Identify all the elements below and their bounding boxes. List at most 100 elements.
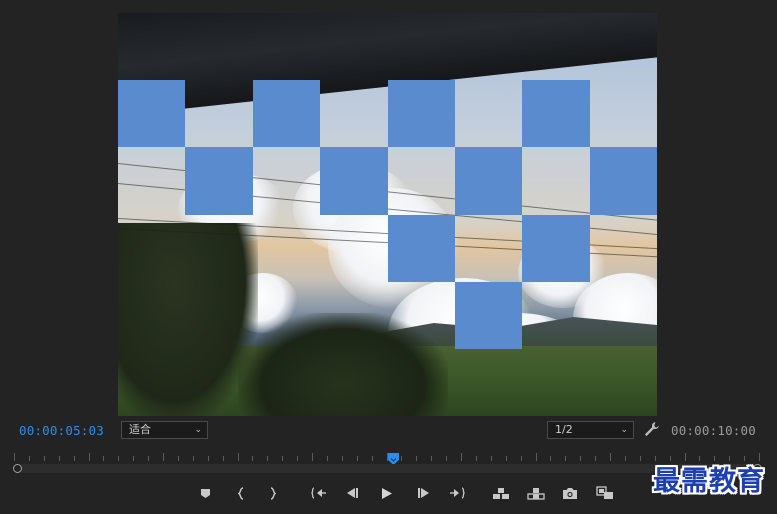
- ruler-tick: [222, 456, 224, 461]
- checker-cell: [252, 80, 321, 148]
- checker-cell: [118, 80, 186, 148]
- checker-cell: [387, 80, 455, 148]
- time-ruler[interactable]: [14, 448, 760, 465]
- marker-icon: [200, 488, 210, 498]
- duration-timecode: 00:00:10:00: [671, 423, 756, 438]
- go-to-out-icon: [450, 487, 465, 499]
- program-monitor-preview[interactable]: [118, 13, 657, 416]
- ruler-tick: [371, 456, 373, 461]
- comparison-icon: [596, 486, 613, 499]
- ruler-tick: [505, 456, 507, 461]
- ruler-tick: [610, 453, 611, 461]
- checker-cell: [522, 214, 590, 282]
- go-to-in-icon: [311, 487, 326, 499]
- ruler-tick: [14, 453, 15, 461]
- play-button[interactable]: [377, 484, 397, 502]
- checker-cell: [387, 214, 455, 282]
- ruler-tick: [103, 456, 105, 461]
- ruler-tick: [461, 453, 462, 461]
- ruler-tick: [43, 456, 45, 461]
- current-timecode[interactable]: 00:00:05:03: [19, 423, 104, 438]
- ruler-tick: [148, 456, 150, 461]
- playback-resolution-value: 1/2: [555, 423, 573, 436]
- scrollbar-left-handle[interactable]: [13, 464, 22, 473]
- ruler-tick: [744, 456, 746, 461]
- chevron-down-icon: ⌄: [620, 425, 628, 435]
- ruler-tick: [133, 456, 135, 461]
- mark-out-icon: [270, 486, 277, 500]
- step-forward-button[interactable]: [413, 484, 433, 502]
- go-to-in-button[interactable]: [309, 484, 329, 502]
- ruler-tick: [759, 453, 760, 461]
- playback-resolution-select[interactable]: 1/2 ⌄: [547, 421, 634, 439]
- checkerboard-transition: [118, 13, 657, 416]
- ruler-tick: [282, 456, 284, 461]
- ruler-tick: [177, 456, 179, 461]
- step-back-icon: [346, 488, 358, 498]
- overwrite-button[interactable]: [526, 484, 546, 502]
- ruler-tick: [326, 456, 328, 461]
- ruler-tick: [252, 456, 254, 461]
- go-to-out-button[interactable]: [447, 484, 467, 502]
- ruler-tick: [58, 456, 60, 461]
- ruler-tick: [267, 456, 269, 461]
- insert-button[interactable]: [491, 484, 511, 502]
- ruler-tick: [431, 456, 433, 461]
- zoom-level-select[interactable]: 适合 ⌄: [121, 421, 208, 439]
- ruler-tick: [520, 456, 522, 461]
- ruler-tick: [312, 453, 313, 461]
- ruler-tick: [356, 456, 358, 461]
- ruler-tick: [446, 456, 448, 461]
- ruler-tick: [73, 456, 75, 461]
- ruler-tick: [490, 456, 492, 461]
- step-back-button[interactable]: [342, 484, 362, 502]
- checker-cell: [589, 147, 657, 215]
- ruler-tick: [669, 456, 671, 461]
- chevron-down-icon: ⌄: [194, 425, 202, 435]
- ruler-tick: [654, 456, 656, 461]
- ruler-tick: [341, 456, 343, 461]
- ruler-tick: [118, 456, 120, 461]
- mark-in-button[interactable]: [231, 484, 251, 502]
- ruler-tick: [684, 453, 686, 461]
- ruler-tick: [550, 456, 552, 461]
- ruler-tick: [580, 456, 582, 461]
- mark-in-icon: [237, 486, 244, 500]
- zoom-scrollbar[interactable]: [14, 464, 762, 473]
- ruler-tick: [475, 456, 477, 461]
- watermark-logo: 最需教育: [653, 466, 765, 497]
- ruler-tick: [192, 456, 194, 461]
- overwrite-icon: [527, 487, 545, 500]
- ruler-tick: [163, 453, 164, 461]
- checker-cell: [454, 147, 523, 215]
- mark-out-button[interactable]: [263, 484, 283, 502]
- checker-cell: [454, 281, 523, 349]
- ruler-tick: [297, 456, 299, 461]
- ruler-tick: [535, 453, 537, 461]
- ruler-tick: [595, 456, 597, 461]
- checker-cell: [320, 147, 388, 215]
- ruler-tick: [639, 456, 641, 461]
- ruler-tick: [729, 456, 731, 461]
- step-forward-icon: [417, 488, 429, 498]
- wrench-icon[interactable]: [644, 421, 660, 437]
- play-icon: [382, 487, 392, 499]
- comparison-view-button[interactable]: [595, 484, 615, 502]
- ruler-tick: [88, 453, 90, 461]
- export-frame-button[interactable]: [560, 484, 580, 502]
- add-marker-button[interactable]: [195, 484, 215, 502]
- checker-cell: [522, 80, 590, 148]
- checker-cell: [185, 147, 253, 215]
- ruler-tick: [624, 456, 626, 461]
- camera-icon: [563, 487, 577, 499]
- ruler-tick: [207, 456, 209, 461]
- ruler-tick: [699, 456, 701, 461]
- playhead-icon[interactable]: [388, 450, 399, 465]
- ruler-tick: [714, 456, 716, 461]
- zoom-level-value: 适合: [129, 423, 151, 436]
- ruler-tick: [565, 456, 567, 461]
- ruler-tick: [416, 456, 418, 461]
- insert-icon: [493, 487, 509, 499]
- ruler-tick: [237, 453, 239, 461]
- ruler-tick: [401, 456, 403, 461]
